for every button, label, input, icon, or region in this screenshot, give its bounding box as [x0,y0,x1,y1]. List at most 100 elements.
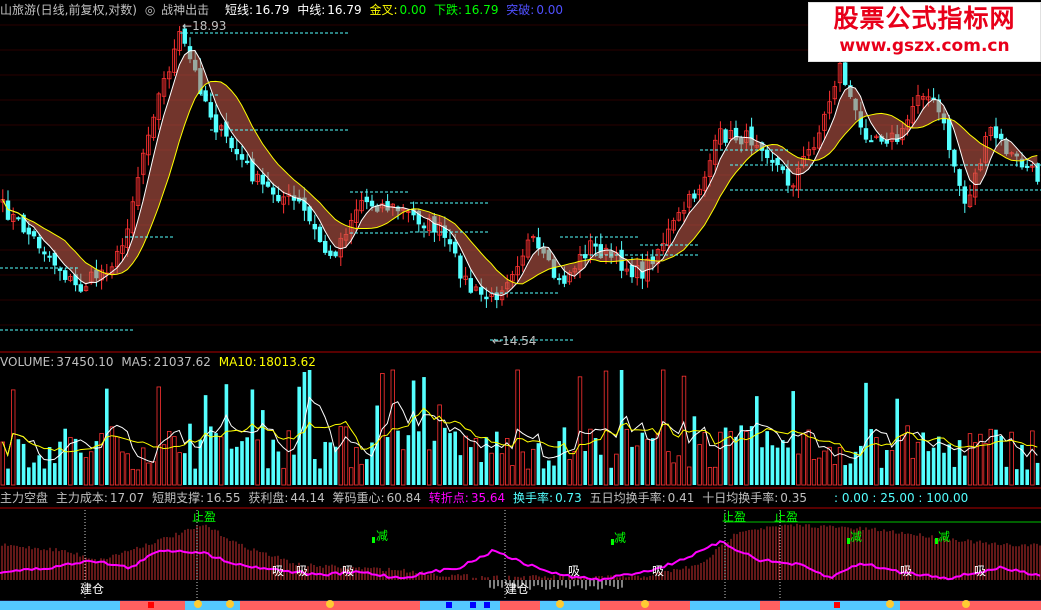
chip-label: 筹码重心: [332,491,385,505]
volume-bar [16,439,21,485]
strip-dot [834,602,840,608]
volume-ma5-line [2,396,1038,463]
volume-bar [193,468,197,485]
candle-body [322,240,328,253]
volume-bar [115,436,120,486]
volume-bar [734,436,738,485]
ma5-label: MA5: [121,355,152,369]
volume-bar [963,455,967,485]
fall-label: 下跌: [434,3,463,17]
candle-body [63,270,68,280]
break-label: 突破: [506,3,535,17]
candle-body [317,226,323,243]
cost-label: 主力成本: [55,491,108,505]
absorb-label: 吸 [296,564,309,578]
volume-bar [905,425,910,486]
volume-bar [307,370,312,485]
volume-bar [661,369,666,486]
mid-line-label: 中线: [297,3,326,17]
volume-bar [135,469,141,486]
volume-bar [354,446,359,486]
volume-bar [651,438,655,485]
candle-body [47,255,52,258]
volume-bar [417,431,421,485]
volume-bar [266,468,270,485]
reduce-label: 减 [614,531,627,545]
avg10-value: 0.35 [780,491,807,505]
volume-bar [817,457,822,486]
volume-bar [276,451,281,485]
profit-label: 获利盘: [248,491,289,505]
volume-bar [166,431,172,486]
volume-bar [796,453,801,486]
volume-bar [635,445,640,486]
volume-bar [161,444,167,486]
volume-bar [718,431,723,486]
absorb-label: 吸 [568,564,581,578]
volume-bar [323,441,327,485]
volume-bar [687,466,692,486]
candle-body [208,102,213,118]
profit-value: 44.14 [290,491,325,505]
volume-bar [947,444,951,485]
ma10-label: MA10: [218,355,257,369]
volume-bar [915,441,921,486]
volume-bar [333,446,338,485]
indicator-name[interactable]: 战神出击 [161,3,209,17]
candlestick-area[interactable] [0,25,1041,341]
candle-body [57,268,63,271]
volume-bar [79,452,83,485]
build-position-label: 建仓 [80,582,105,596]
volume-bar [47,447,52,485]
strip-dot [446,602,452,608]
volume-bar [473,437,479,486]
candle-body [239,154,245,160]
volume-bar [1015,469,1019,485]
ma10-value: 18013.62 [258,355,316,369]
volume-bar [931,447,936,485]
volume-bar [609,467,613,485]
candle-body [265,181,271,187]
strip-hand-icon [962,600,970,608]
high-arrow-icon: ← [182,19,193,33]
candle-body [307,206,312,222]
volume-bar [900,435,905,486]
volume-bar [218,436,224,486]
volume-area[interactable] [0,369,1040,486]
indicator-toggle-icon[interactable]: ◎ [145,3,155,17]
indicator-range: : 0.00 : 25.00 : 100.00 [834,491,969,505]
volume-bar [42,468,47,485]
volume-bar [21,443,26,485]
avg5-value: 0.41 [667,491,695,505]
high-price-label: ←18.93 [182,20,226,33]
volume-bar [567,459,572,486]
volume-bar [479,462,483,485]
candle-body [993,126,999,139]
volume-bar [827,446,832,486]
volume-bar [765,431,769,485]
stock-chart[interactable] [0,0,1041,610]
volume-bar [422,377,426,485]
volume-bar [1030,430,1035,486]
volume-bar [536,443,541,485]
volume-bar [328,442,333,485]
volume-bar [864,382,868,485]
volume-bar [6,468,10,485]
candle-body [328,250,333,256]
volume-bar [297,386,301,485]
volume-bar [255,439,260,486]
volume-bar [999,435,1003,485]
candle-body [364,196,369,203]
volume-bar [426,449,432,486]
cost-value: 17.07 [109,491,145,505]
volume-bar [952,466,957,485]
volume-bar [489,452,494,486]
signal-strip[interactable] [0,600,1041,610]
strip-hand-icon [556,600,564,608]
volume-bar [188,423,192,485]
candle-body [557,278,562,281]
volume-bar [0,441,5,486]
volume-bar [547,460,551,485]
volume-bar [53,463,57,485]
candle-body [947,118,952,151]
